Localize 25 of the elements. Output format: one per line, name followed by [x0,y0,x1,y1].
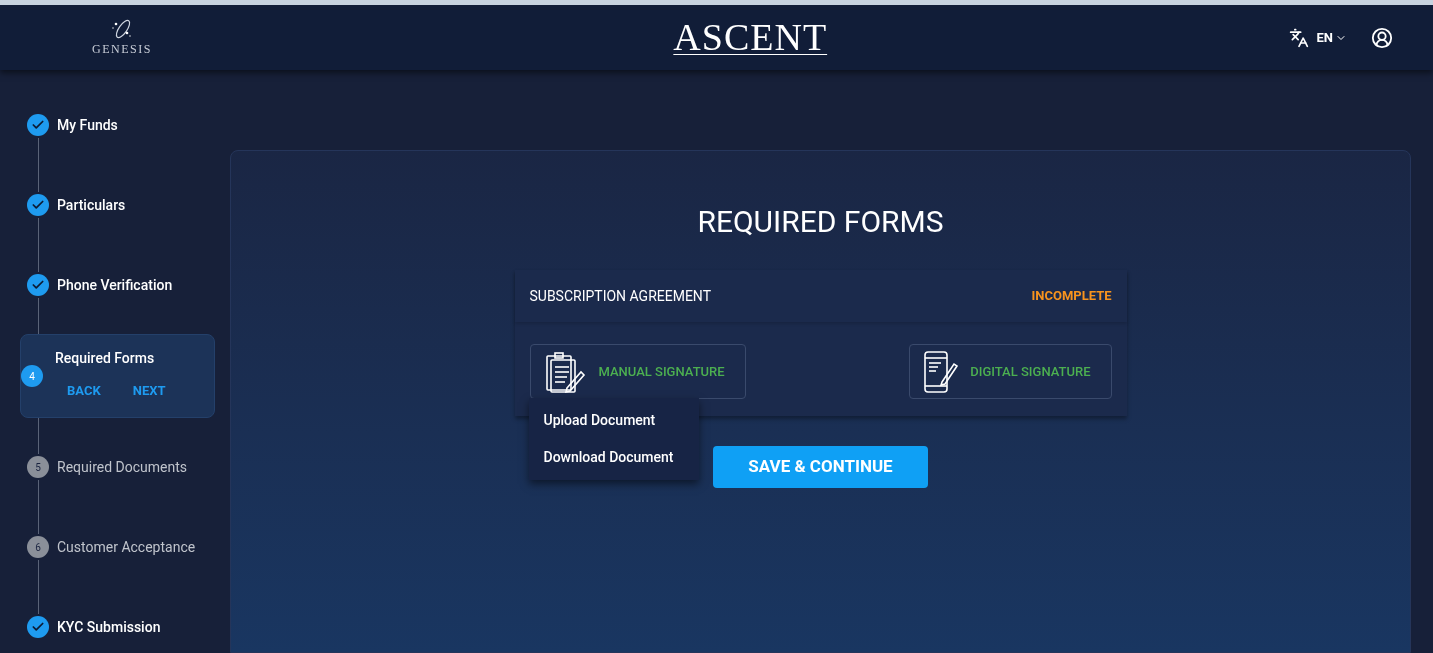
step-label[interactable]: Required Documents [57,456,187,478]
next-button[interactable]: NEXT [132,380,166,401]
app-title: ASCENT [673,15,828,60]
step-label[interactable]: KYC Submission [57,616,161,638]
phone-pen-icon [922,349,959,394]
menu-item[interactable]: Upload Document [528,402,699,439]
signature-option-button[interactable]: DIGITAL SIGNATURE [909,344,1112,399]
step-number: 4 [21,365,43,387]
step-number: 5 [27,456,49,478]
step-label[interactable]: Particulars [57,194,126,216]
step-label[interactable]: My Funds [57,114,118,136]
translate-icon[interactable] [1288,27,1309,48]
step-label[interactable]: Phone Verification [57,274,173,296]
menu-item[interactable]: Download Document [528,439,699,476]
logo-text: GENESIS [92,40,152,58]
page-heading: REQUIRED FORMS [697,203,944,241]
step-number: 6 [27,536,49,558]
star-logo-icon [110,17,134,40]
form-name: SUBSCRIPTION AGREEMENT [529,286,711,306]
back-button[interactable]: BACK [67,380,101,401]
step-label[interactable]: Required Forms [55,347,166,369]
status-label: INCOMPLETE [1031,287,1112,306]
language-selector[interactable]: EN [1316,27,1347,48]
step-label[interactable]: Customer Acceptance [57,536,196,558]
account-icon[interactable] [1371,26,1393,49]
